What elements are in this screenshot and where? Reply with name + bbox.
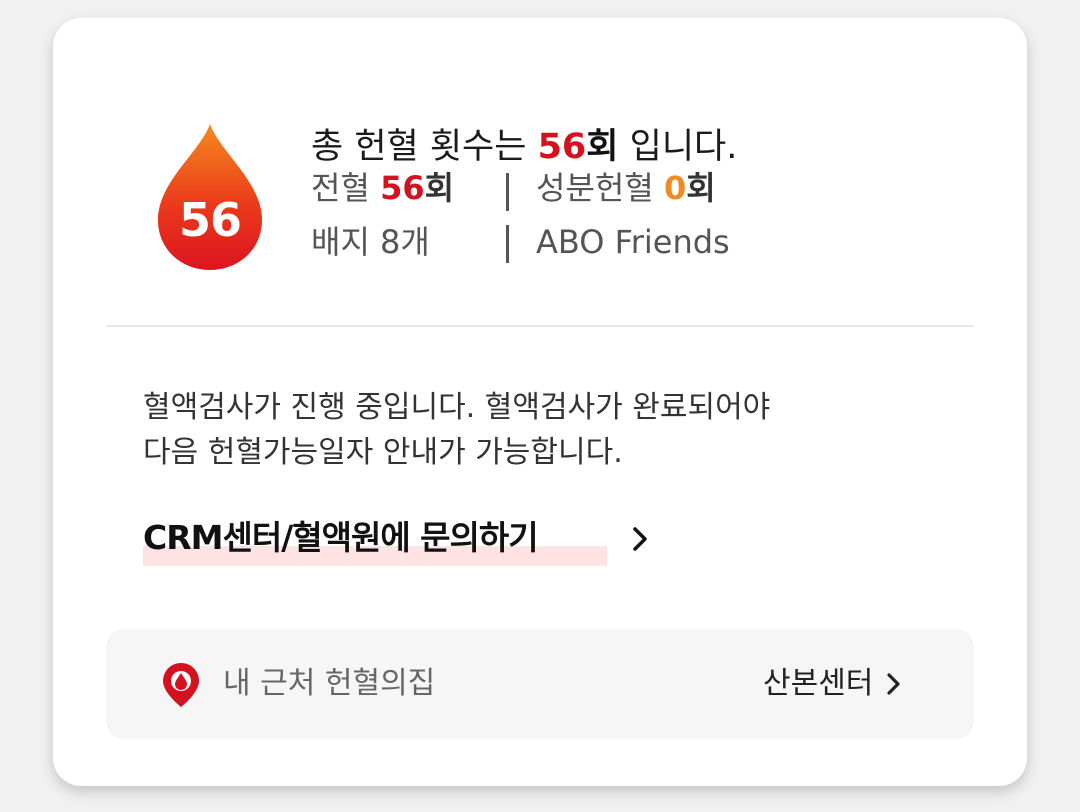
group-name: ABO Friends	[536, 223, 730, 261]
nearby-label: 내 근처 헌혈의집	[223, 666, 436, 701]
whole-blood-count: 전혈 56회	[311, 169, 455, 207]
inquiry-link[interactable]: CRM센터/혈액원에 문의하기	[143, 512, 539, 564]
chevron-right-icon	[887, 673, 901, 695]
notice-line-2: 다음 헌혈가능일자 안내가 가능합니다.	[143, 435, 623, 470]
divider-bar	[506, 225, 509, 263]
chevron-right-icon[interactable]	[628, 523, 652, 555]
section-divider	[106, 325, 974, 327]
donation-count-badge: 56	[178, 193, 242, 247]
total-donation-headline: 총 헌혈 횟수는 56회 입니다.	[311, 127, 738, 167]
total-count: 56	[537, 127, 587, 167]
component-donation-count: 성분헌혈 0회	[536, 169, 716, 207]
inquiry-link-label: CRM센터/혈액원에 문의하기	[143, 518, 539, 557]
donation-summary-card: 56 총 헌혈 횟수는 56회 입니다. 전혈 56회 성분헌혈 0회 배지 8…	[53, 18, 1027, 786]
location-pin-icon	[163, 663, 199, 707]
divider-bar	[506, 173, 509, 211]
center-name: 산본센터	[763, 666, 874, 701]
badge-count: 배지 8개	[311, 223, 430, 261]
center-link[interactable]: 산본센터	[763, 662, 903, 706]
notice-line-1: 혈액검사가 진행 중입니다. 혈액검사가 완료되어야	[143, 390, 771, 425]
